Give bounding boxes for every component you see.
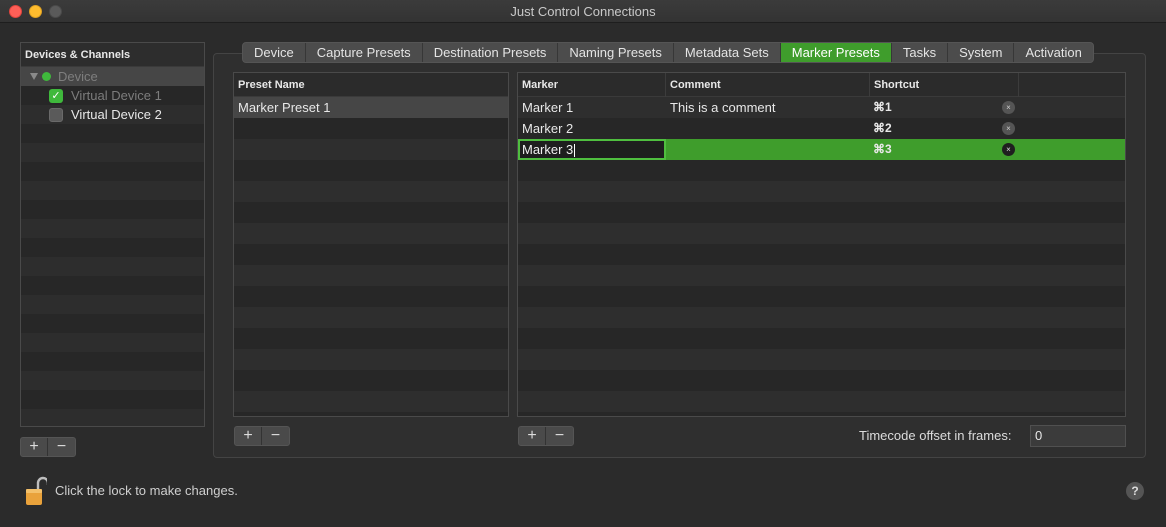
tree-item-virtual-device-1[interactable]: ✓ Virtual Device 1 [21, 86, 204, 105]
title-bar: Just Control Connections [0, 0, 1166, 23]
zoom-window-button[interactable] [49, 5, 62, 18]
marker-row-1[interactable]: Marker 1 This is a comment ⌘1 × [518, 97, 1125, 118]
tab-marker-presets[interactable]: Marker Presets [780, 43, 892, 62]
marker-comment[interactable]: This is a comment [670, 97, 775, 118]
marker-table-header: Marker Comment Shortcut [518, 73, 1125, 97]
column-header-shortcut[interactable]: Shortcut [870, 73, 1019, 97]
preset-add-remove: + − [234, 426, 290, 446]
marker-add-remove: + − [518, 426, 574, 446]
help-button[interactable]: ? [1126, 482, 1144, 500]
marker-name[interactable]: Marker 1 [522, 97, 573, 118]
device-label: Device [58, 69, 98, 84]
clear-shortcut-icon[interactable]: × [1002, 143, 1015, 156]
add-preset-button[interactable]: + [235, 427, 262, 445]
preset-table-header: Preset Name [234, 73, 508, 97]
preset-table: Preset Name Marker Preset 1 [233, 72, 509, 417]
marker-name[interactable]: Marker 2 [522, 118, 573, 139]
lock-icon[interactable] [25, 476, 47, 506]
clear-shortcut-icon[interactable]: × [1002, 122, 1015, 135]
marker-row-2[interactable]: Marker 2 ⌘2 × [518, 118, 1125, 139]
preset-row-1[interactable]: Marker Preset 1 [234, 97, 508, 118]
marker-name-edit-field[interactable]: Marker 3 [518, 139, 666, 160]
tree-item-device[interactable]: Device [21, 67, 204, 86]
minimize-window-button[interactable] [29, 5, 42, 18]
status-dot-icon [42, 72, 51, 81]
tab-bar: Device Capture Presets Destination Prese… [242, 42, 1094, 63]
channel-label-1: Virtual Device 1 [71, 88, 162, 103]
lock-hint: Click the lock to make changes. [55, 483, 238, 498]
add-marker-button[interactable]: + [519, 427, 546, 445]
column-header-marker[interactable]: Marker [518, 73, 666, 97]
marker-name-edit-value[interactable]: Marker 3 [522, 142, 573, 157]
marker-table: Marker Comment Shortcut Marker 1 This is… [517, 72, 1126, 417]
tab-tasks[interactable]: Tasks [892, 43, 949, 62]
preset-rows [234, 97, 508, 416]
add-device-button[interactable]: + [21, 438, 48, 456]
column-header-comment[interactable]: Comment [666, 73, 870, 97]
column-header-blank [1019, 73, 1125, 97]
devices-sidebar: Devices & Channels Device ✓ Virtual Devi… [20, 42, 205, 427]
timecode-offset-label: Timecode offset in frames: [859, 428, 1012, 443]
disclosure-triangle-icon[interactable] [30, 73, 38, 80]
channel-checkbox-1[interactable]: ✓ [49, 88, 63, 103]
marker-row-3[interactable]: Marker 3 ⌘3 × [518, 139, 1125, 160]
tab-activation[interactable]: Activation [1014, 43, 1092, 62]
remove-preset-button[interactable]: − [262, 427, 289, 445]
remove-marker-button[interactable]: − [546, 427, 573, 445]
tab-capture-presets[interactable]: Capture Presets [306, 43, 423, 62]
marker-shortcut[interactable]: ⌘1 [873, 97, 892, 118]
tab-device[interactable]: Device [243, 43, 306, 62]
marker-shortcut[interactable]: ⌘3 [873, 139, 892, 160]
timecode-offset-input[interactable]: 0 [1030, 425, 1126, 447]
close-window-button[interactable] [9, 5, 22, 18]
tab-metadata-sets[interactable]: Metadata Sets [674, 43, 781, 62]
column-header-preset-name[interactable]: Preset Name [234, 73, 508, 97]
channel-label-2: Virtual Device 2 [71, 107, 162, 122]
text-caret [574, 144, 576, 158]
tab-system[interactable]: System [948, 43, 1015, 62]
tree-item-virtual-device-2[interactable]: Virtual Device 2 [21, 105, 204, 124]
sidebar-header: Devices & Channels [21, 43, 204, 67]
sidebar-add-remove: + − [20, 437, 76, 457]
channel-checkbox-2[interactable] [49, 107, 63, 122]
window-title: Just Control Connections [510, 3, 656, 19]
clear-shortcut-icon[interactable]: × [1002, 101, 1015, 114]
marker-shortcut[interactable]: ⌘2 [873, 118, 892, 139]
remove-device-button[interactable]: − [48, 438, 75, 456]
tab-naming-presets[interactable]: Naming Presets [558, 43, 674, 62]
tab-destination-presets[interactable]: Destination Presets [423, 43, 559, 62]
